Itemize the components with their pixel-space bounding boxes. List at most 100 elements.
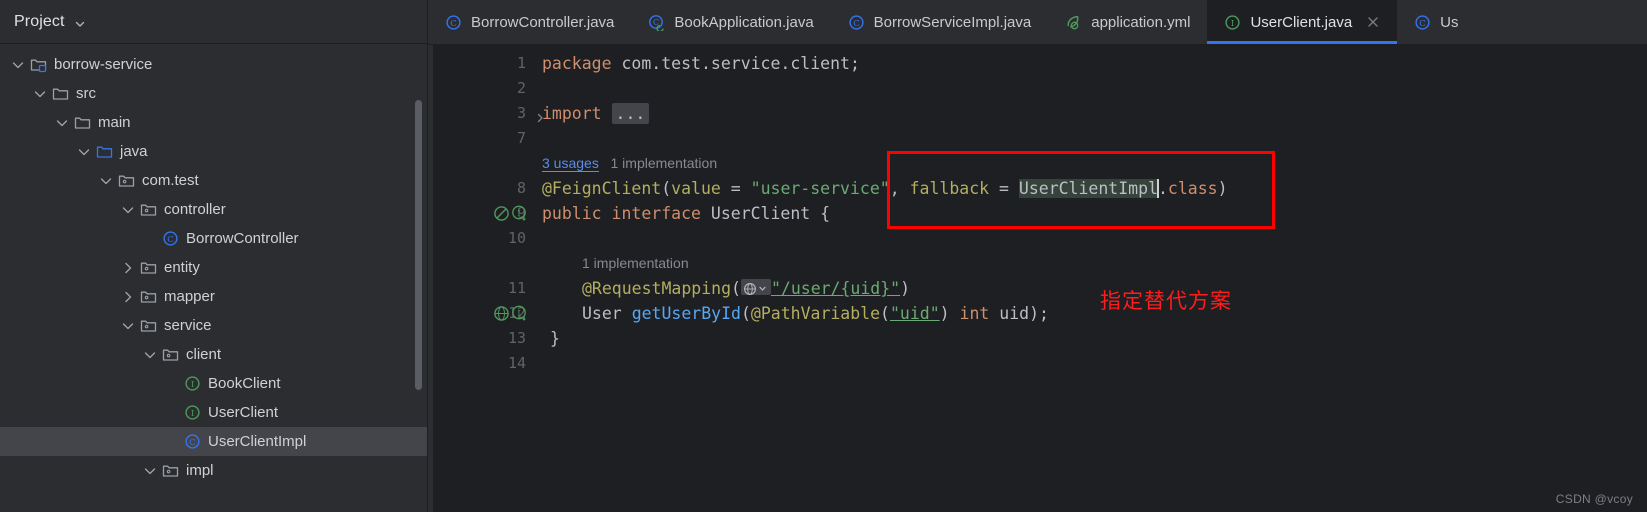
usages-hint-link[interactable]: 3 usages — [542, 155, 599, 172]
class-icon: C — [848, 14, 865, 31]
code-line-12[interactable]: User getUserById(@PathVariable("uid") in… — [542, 301, 1647, 326]
code-line-13[interactable]: } — [542, 326, 1647, 351]
editor-tab-bookapplication-java[interactable]: C BookApplication.java — [631, 0, 830, 44]
code-line-8[interactable]: @FeignClient(value = "user-service", fal… — [542, 176, 1647, 201]
chevron-right-icon[interactable] — [120, 289, 136, 305]
editor-tab-application-yml[interactable]: application.yml — [1048, 0, 1207, 44]
module-folder-icon — [30, 56, 47, 73]
svg-text:C: C — [450, 18, 457, 28]
project-tool-window-header[interactable]: Project — [0, 0, 428, 44]
gutter-line-number: 3 — [428, 101, 543, 126]
gutter-line-number: 14 — [507, 354, 526, 372]
project-tree[interactable]: borrow-service src main java com.test control… — [0, 44, 428, 485]
code-line-14[interactable] — [542, 351, 1647, 376]
tree-item-label: UserClientImpl — [208, 433, 307, 450]
close-icon[interactable] — [1366, 15, 1380, 29]
editor-tab-bar[interactable]: C BorrowController.java C BookApplication.j… — [428, 0, 1647, 45]
class-icon: C — [184, 433, 201, 450]
code-line-2[interactable] — [542, 76, 1647, 101]
tree-item-userclient[interactable]: I UserClient — [0, 398, 428, 427]
interface-icon: I — [184, 375, 201, 392]
request-path-link[interactable]: "/user/{uid}" — [771, 279, 900, 298]
gutter-line-number: 1 — [516, 54, 526, 72]
gutter-line-number: 9 I — [428, 201, 534, 226]
web-url-gutter-icon[interactable] — [740, 279, 771, 295]
svg-text:I: I — [1231, 18, 1234, 28]
tree-item-label: entity — [164, 259, 200, 276]
code-editor[interactable]: 1 2 3 7 8 9 I 10 11 12 I 13 14 package c… — [428, 45, 1647, 512]
gutter-marks-line9[interactable]: I — [493, 205, 528, 222]
sidebar-scrollbar[interactable] — [415, 100, 422, 390]
no-override-icon[interactable] — [493, 205, 510, 222]
code-line-3[interactable]: import ... — [542, 101, 1647, 126]
tree-item-java[interactable]: java — [0, 137, 428, 166]
code-line-11[interactable]: @RequestMapping("/user/{uid}") — [542, 276, 1647, 301]
code-line-1[interactable]: package com.test.service.client; — [542, 51, 1647, 76]
gutter-marks-line12[interactable]: I — [493, 305, 528, 322]
tree-item-entity[interactable]: entity — [0, 253, 428, 282]
svg-text:C: C — [1419, 18, 1426, 28]
tree-item-com-test[interactable]: com.test — [0, 166, 428, 195]
tree-item-controller[interactable]: controller — [0, 195, 428, 224]
editor-tab-us[interactable]: C Us — [1397, 0, 1475, 44]
tree-item-service[interactable]: service — [0, 311, 428, 340]
tree-item-borrowcontroller[interactable]: C BorrowController — [0, 224, 428, 253]
watermark: CSDN @vcoy — [1555, 492, 1633, 506]
package-icon — [140, 201, 157, 218]
tree-item-label: java — [120, 143, 148, 160]
implementation-hint[interactable]: 1 implementation — [611, 155, 718, 171]
chevron-down-icon[interactable] — [120, 318, 136, 334]
chevron-down-icon[interactable] — [142, 347, 158, 363]
code-line-10[interactable] — [542, 226, 1647, 251]
tree-item-main[interactable]: main — [0, 108, 428, 137]
spring-yaml-icon — [1065, 14, 1082, 31]
tree-item-client[interactable]: client — [0, 340, 428, 369]
folded-imports-placeholder[interactable]: ... — [611, 103, 650, 124]
tree-item-label: controller — [164, 201, 226, 218]
chevron-down-icon[interactable] — [32, 86, 48, 102]
ide-window: Project borrow-service src main java com.tes… — [0, 0, 1647, 512]
inlay-hint-method[interactable]: 1 implementation — [542, 251, 1647, 276]
tree-item-impl[interactable]: impl — [0, 456, 428, 485]
gutter-line-number: 8 — [516, 179, 526, 197]
tree-twisty-none — [142, 231, 158, 247]
web-endpoint-icon[interactable] — [493, 305, 510, 322]
tree-item-borrow-service[interactable]: borrow-service — [0, 50, 428, 79]
package-icon — [140, 317, 157, 334]
editor-tab-borrowcontroller-java[interactable]: C BorrowController.java — [428, 0, 631, 44]
tree-twisty-none — [164, 376, 180, 392]
svg-text:C: C — [167, 235, 174, 245]
tree-item-bookclient[interactable]: I BookClient — [0, 369, 428, 398]
code-text[interactable]: package com.test.service.client; import … — [534, 45, 1647, 512]
identifier-under-caret[interactable]: UserClientImpl — [1018, 179, 1158, 198]
implemented-by-icon[interactable]: I — [511, 205, 528, 222]
chevron-down-icon[interactable] — [74, 17, 86, 29]
class-icon: C — [445, 14, 462, 31]
code-line-9[interactable]: public interface UserClient { — [542, 201, 1647, 226]
project-sidebar: Project borrow-service src main java com.tes… — [0, 0, 428, 512]
chevron-down-icon[interactable] — [120, 202, 136, 218]
editor-tab-userclient-java[interactable]: I UserClient.java — [1207, 0, 1398, 44]
tree-item-src[interactable]: src — [0, 79, 428, 108]
package-icon — [118, 172, 135, 189]
chevron-down-icon[interactable] — [142, 463, 158, 479]
implemented-by-icon[interactable]: I — [511, 305, 528, 322]
tree-item-label: BorrowController — [186, 230, 299, 247]
editor-gutter[interactable]: 1 2 3 7 8 9 I 10 11 12 I 13 14 — [428, 45, 543, 512]
chevron-down-icon[interactable] — [54, 115, 70, 131]
tree-item-label: UserClient — [208, 404, 279, 421]
svg-text:I: I — [191, 380, 194, 390]
tree-item-mapper[interactable]: mapper — [0, 282, 428, 311]
package-icon — [140, 259, 157, 276]
code-line-7[interactable] — [542, 126, 1647, 151]
chevron-down-icon[interactable] — [98, 173, 114, 189]
chevron-down-icon[interactable] — [76, 144, 92, 160]
editor-tab-label: UserClient.java — [1250, 13, 1353, 31]
folder-icon — [52, 85, 69, 102]
inlay-hint-class[interactable]: 3 usages 1 implementation — [542, 151, 1647, 176]
editor-tab-borrowserviceimpl-java[interactable]: C BorrowServiceImpl.java — [831, 0, 1049, 44]
tree-item-userclientimpl[interactable]: C UserClientImpl — [0, 427, 428, 456]
chevron-down-icon[interactable] — [10, 57, 26, 73]
chevron-right-icon[interactable] — [120, 260, 136, 276]
package-icon — [140, 288, 157, 305]
